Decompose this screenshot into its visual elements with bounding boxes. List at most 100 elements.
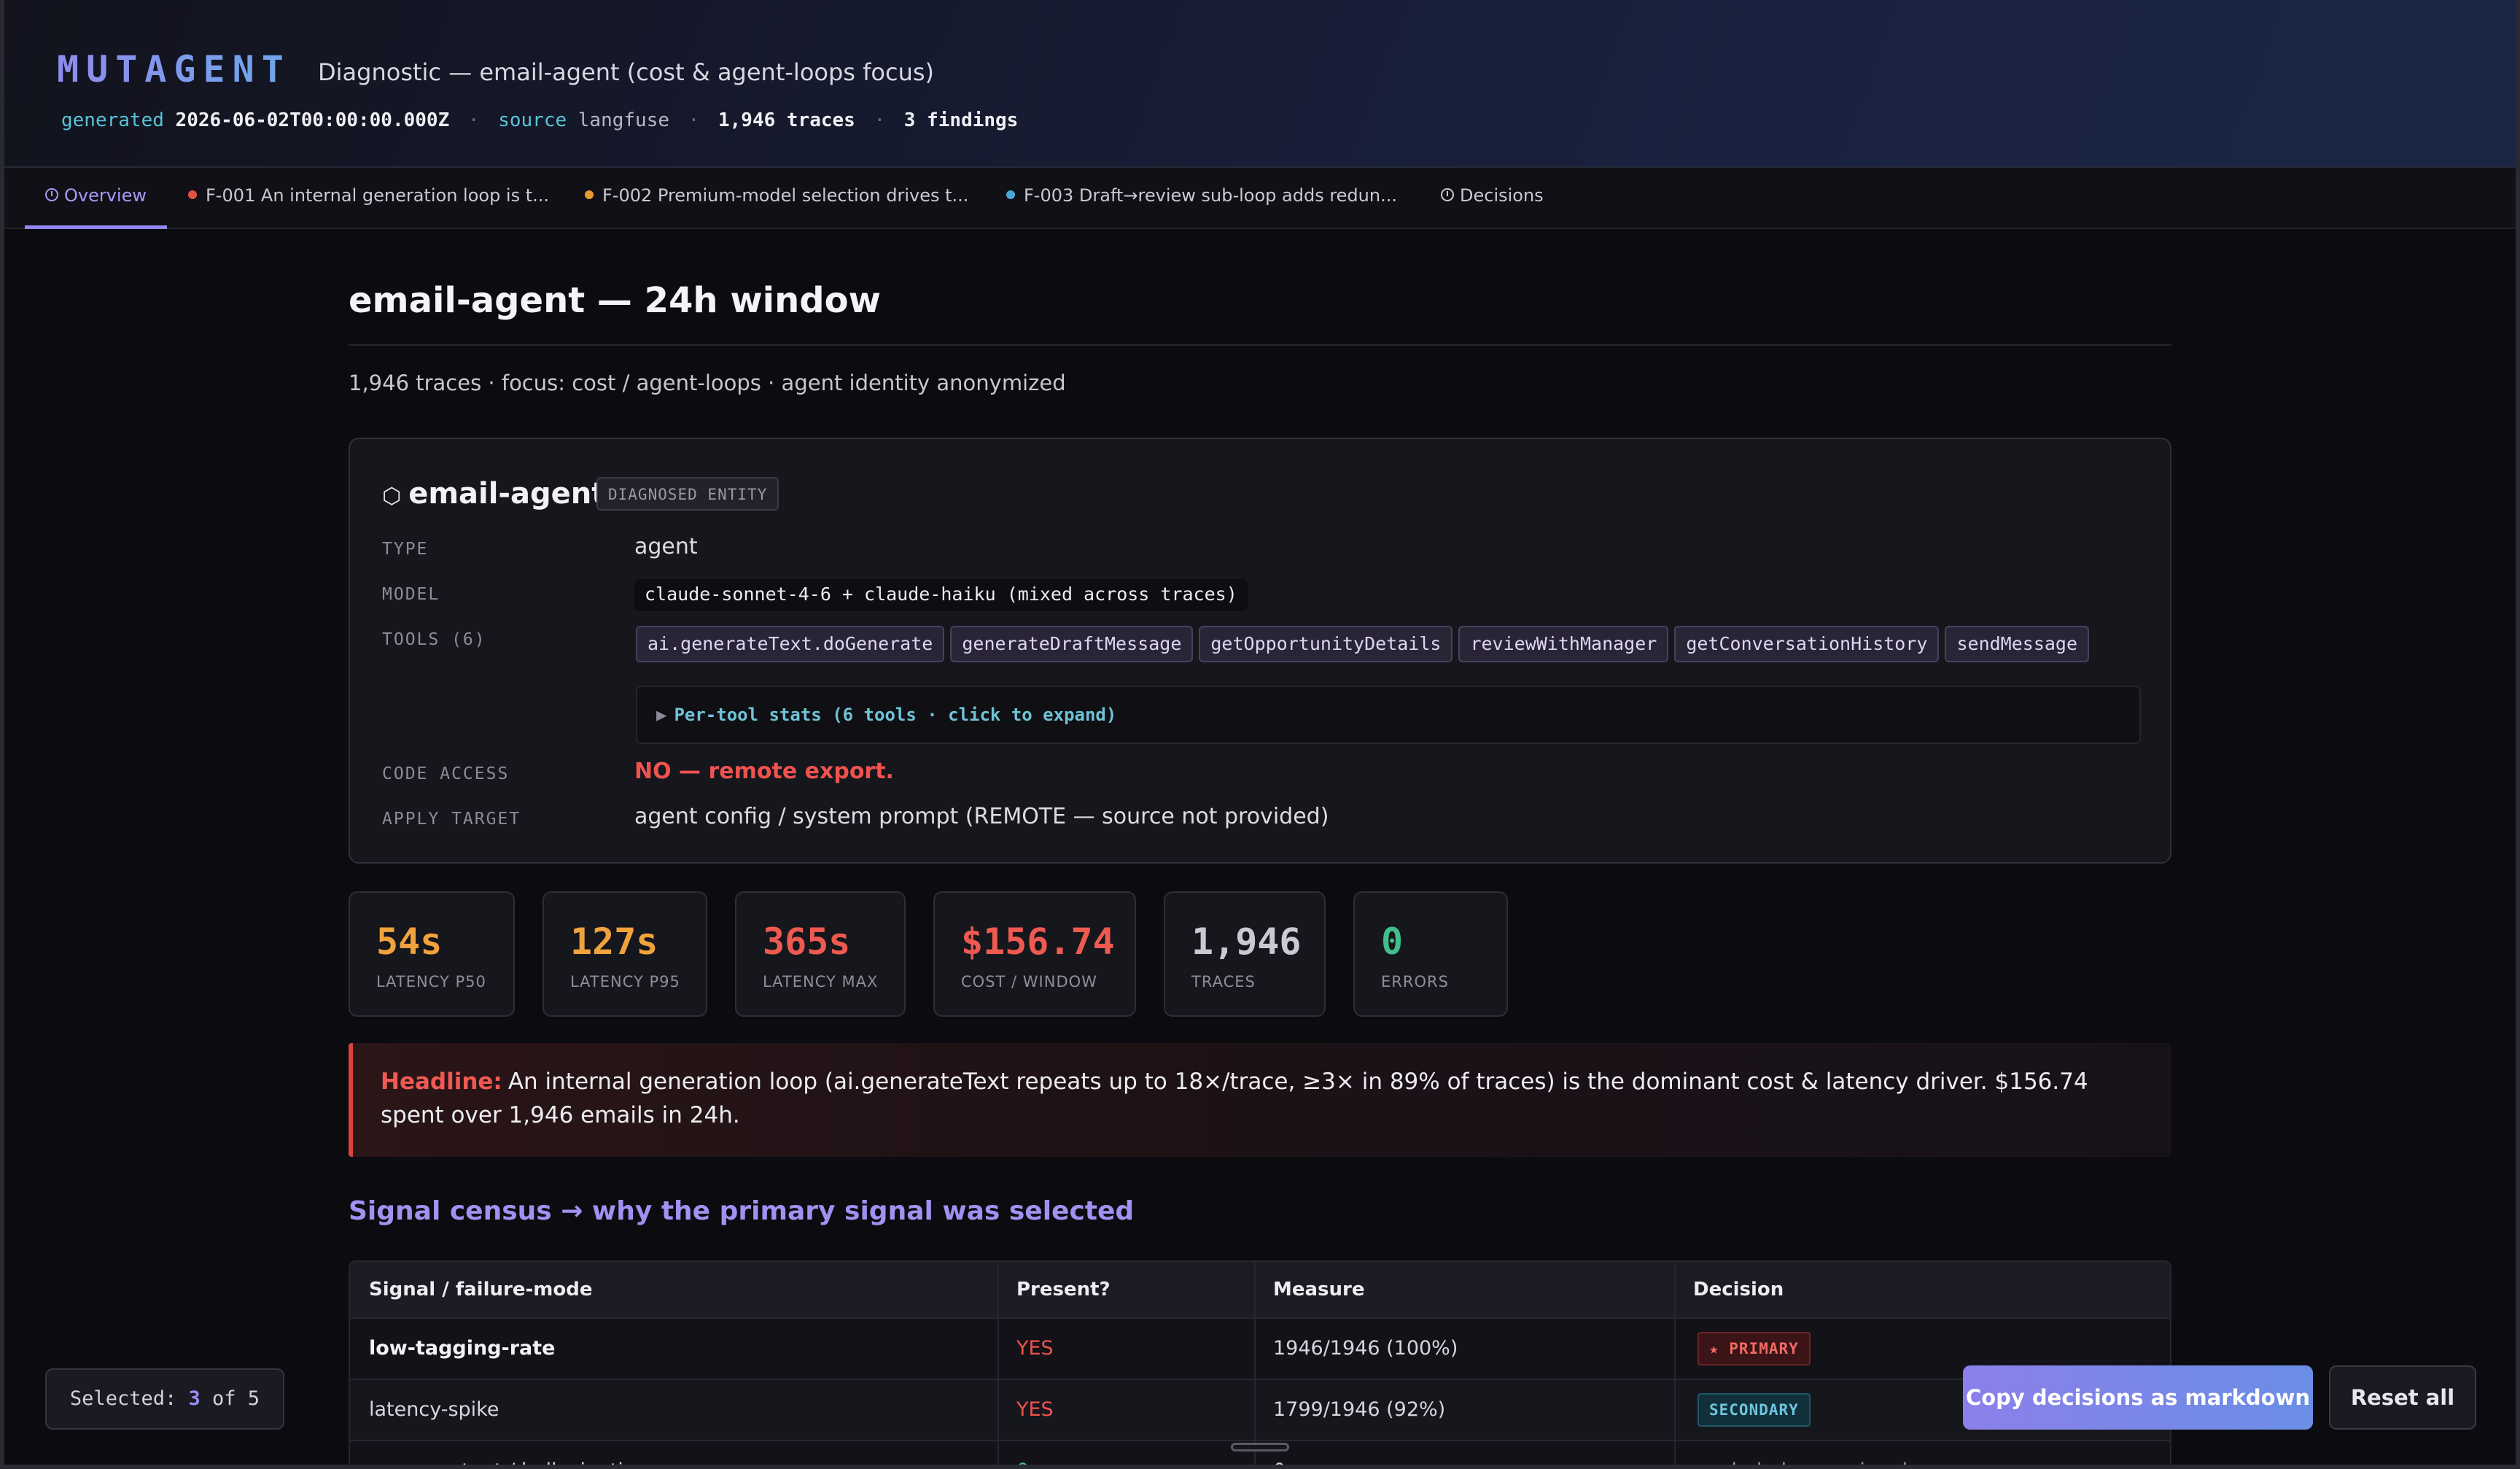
signal-cell: low-tagging-rate (369, 1337, 556, 1360)
code-access-value: NO — remote export. (634, 759, 894, 784)
table-row[interactable]: low-tagging-rate YES 1946/1946 (100%) ★ … (350, 1317, 2170, 1379)
tab-bar: Overview F-001 An internal generation lo… (4, 168, 2516, 229)
stat-label: TRACES (1191, 973, 1256, 991)
meta-source-value: langfuse (578, 109, 670, 131)
stat-value: 54s (376, 920, 443, 963)
status-dot-icon (188, 190, 197, 199)
per-tool-stats-label: Per-tool stats (6 tools · click to expan… (674, 705, 1117, 725)
stat-label: LATENCY P95 (570, 973, 680, 991)
stat-value: 365s (763, 920, 851, 963)
title-divider (349, 344, 2171, 346)
stat-label: ERRORS (1381, 973, 1449, 991)
tab-label: F-003 Draft→review sub-loop adds redun..… (1024, 185, 1397, 206)
measure-cell: 1946/1946 (100%) (1273, 1337, 1458, 1360)
decision-cell: excluded — no signal (1698, 1441, 1908, 1469)
present-cell: YES (1016, 1337, 1054, 1360)
tab-f-001[interactable]: F-001 An internal generation loop is t..… (188, 168, 549, 229)
stat-latency-p95: 127s LATENCY P95 (542, 891, 707, 1017)
stat-label: COST / WINDOW (961, 973, 1097, 991)
headline-text: An internal generation loop (ai.generate… (381, 1069, 2088, 1128)
column-header: Decision (1693, 1279, 1784, 1301)
apply-target-label: APPLY TARGET (382, 810, 521, 829)
tool-chip: getConversationHistory (1674, 626, 1940, 662)
type-value: agent (634, 534, 698, 559)
meta-source-key: source (498, 109, 567, 131)
page-subtitle: 1,946 traces · focus: cost / agent-loops… (349, 371, 1066, 395)
column-header: Present? (1016, 1279, 1111, 1301)
tool-chip: generateDraftMessage (950, 626, 1194, 662)
selection-counter: Selected: 3 of 5 (45, 1368, 284, 1430)
tools-list: ai.generateText.doGenerate generateDraftM… (636, 626, 2095, 662)
column-divider (1674, 1262, 1676, 1469)
signal-cell: latency-spike (369, 1398, 499, 1421)
model-value: claude-sonnet-4-6 + claude-haiku (mixed … (634, 579, 1248, 611)
meta-findings: 3 findings (903, 109, 1019, 131)
headline-label: Headline: (381, 1069, 502, 1095)
tab-decisions[interactable]: Decisions (1441, 168, 1544, 229)
headline-callout: Headline: An internal generation loop (ai… (349, 1043, 2171, 1157)
tab-label: F-002 Premium-model selection drives t..… (602, 185, 969, 206)
clock-icon (1441, 188, 1454, 201)
header-subtitle: Diagnostic — email-agent (cost & agent-l… (318, 58, 934, 86)
stat-errors: 0 ERRORS (1353, 891, 1508, 1017)
tab-label: F-001 An internal generation loop is t..… (206, 185, 550, 206)
meta-generated-key: generated (61, 109, 164, 131)
copy-decisions-button[interactable]: Copy decisions as markdown (1963, 1365, 2313, 1430)
app-header: MUTAGENT Diagnostic — email-agent (cost … (4, 0, 2516, 168)
per-tool-stats-toggle[interactable]: ▶ Per-tool stats (6 tools · click to expa… (636, 686, 2141, 744)
secondary-badge: SECONDARY (1698, 1393, 1811, 1427)
meta-separator: · (874, 109, 886, 131)
stat-label: LATENCY P50 (376, 973, 486, 991)
tab-label: Overview (64, 185, 147, 206)
signal-cell: wrong-output / hallucination (369, 1441, 648, 1469)
tools-label: TOOLS (6) (382, 630, 486, 649)
stat-value: 127s (570, 920, 658, 963)
brand-logo: MUTAGENT (57, 48, 291, 90)
meta-separator: · (467, 109, 480, 131)
measure-cell: 1799/1946 (92%) (1273, 1398, 1446, 1421)
tool-chip: sendMessage (1945, 626, 2090, 662)
present-cell: YES (1016, 1398, 1054, 1421)
tab-overview[interactable]: Overview (25, 168, 167, 229)
selected-prefix: Selected: (69, 1387, 177, 1410)
entity-title: ⬡ email-agent (382, 477, 605, 511)
meta-separator: · (688, 109, 700, 131)
entity-card: ⬡ email-agent DIAGNOSED ENTITY TYPE agent… (349, 438, 2171, 864)
signal-census-table: Signal / failure-mode Present? Measure D… (349, 1260, 2171, 1469)
column-header: Measure (1273, 1279, 1365, 1301)
stat-cost-window: $156.74 COST / WINDOW (933, 891, 1136, 1017)
entity-name: email-agent (408, 477, 606, 511)
header-meta: generated 2026-06-02T00:00:00.000Z · sou… (61, 109, 1018, 131)
stat-label: LATENCY MAX (763, 973, 879, 991)
primary-badge: ★ PRIMARY (1698, 1332, 1811, 1365)
stat-latency-p50: 54s LATENCY P50 (349, 891, 515, 1017)
stat-traces: 1,946 TRACES (1164, 891, 1326, 1017)
selected-count: 3 (188, 1387, 201, 1410)
reset-all-button[interactable]: Reset all (2329, 1365, 2476, 1430)
signal-census-title: Signal census → why the primary signal w… (349, 1196, 1135, 1226)
column-divider (998, 1262, 999, 1469)
code-access-label: CODE ACCESS (382, 764, 510, 783)
column-divider (1254, 1262, 1256, 1469)
apply-target-value: agent config / system prompt (REMOTE — s… (634, 804, 1329, 829)
table-row[interactable]: latency-spike YES 1799/1946 (92%) SECOND… (350, 1379, 2170, 1440)
model-label: MODEL (382, 585, 440, 604)
status-dot-icon (1006, 190, 1015, 199)
tab-label: Decisions (1460, 185, 1544, 206)
page-title: email-agent — 24h window (349, 280, 881, 321)
selected-suffix: of 5 (212, 1387, 260, 1410)
tool-chip: ai.generateText.doGenerate (636, 626, 945, 662)
meta-traces: 1,946 traces (718, 109, 855, 131)
stat-latency-max: 365s LATENCY MAX (735, 891, 906, 1017)
tab-f-003[interactable]: F-003 Draft→review sub-loop adds redun..… (1006, 168, 1397, 229)
present-cell: 0 (1016, 1441, 1029, 1469)
tool-chip: getOpportunityDetails (1199, 626, 1453, 662)
stat-value: 1,946 (1191, 920, 1302, 963)
column-header: Signal / failure-mode (369, 1279, 593, 1301)
hexagon-icon: ⬡ (382, 484, 402, 509)
tab-f-002[interactable]: F-002 Premium-model selection drives t..… (585, 168, 968, 229)
scroll-handle[interactable] (1231, 1443, 1289, 1451)
meta-generated-value: 2026-06-02T00:00:00.000Z (175, 109, 450, 131)
tool-chip: reviewWithManager (1458, 626, 1669, 662)
stat-value: 0 (1381, 920, 1404, 963)
